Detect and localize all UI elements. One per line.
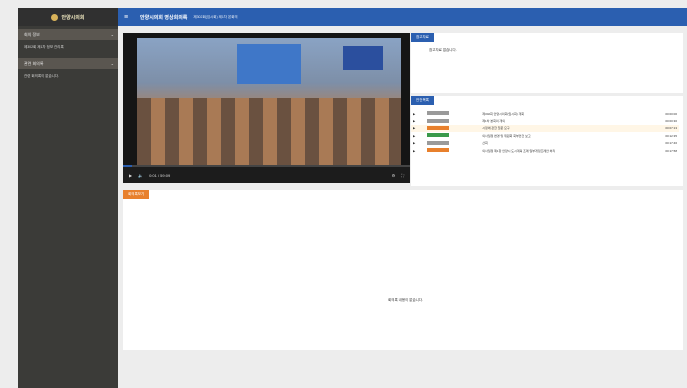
minutes-panel: 회의록보기 회의록 내용이 없습니다. bbox=[123, 190, 683, 350]
sidebar-section-label: 관련 회의록 bbox=[24, 60, 44, 66]
agenda-time: 00:00:00 bbox=[665, 111, 677, 116]
sidebar-item: 관련 회의록이 없습니다. bbox=[24, 74, 60, 78]
agenda-label: 제302회 안양시의회(임시회) 개회 bbox=[482, 111, 525, 116]
status-badge bbox=[426, 118, 449, 123]
video-player[interactable]: ▶ 🔈 0:01 / 59:09 ⚙ ⛶ bbox=[123, 33, 410, 183]
table-row[interactable]: ▶ 제302회 안양시의회(임시회) 개회 00:00:00 bbox=[411, 110, 679, 117]
minutes-message: 회의록 내용이 없습니다. bbox=[388, 298, 424, 302]
table-row[interactable]: ▶ 제1차 본회의 개의 00:00:30 bbox=[411, 117, 679, 124]
video-controls: ▶ 🔈 0:01 / 59:09 ⚙ ⛶ bbox=[123, 167, 410, 183]
status-badge bbox=[426, 111, 449, 116]
video-desks-shape bbox=[137, 98, 401, 166]
brand[interactable]: 안양시의회 bbox=[18, 8, 118, 26]
video-time: 0:01 / 59:09 bbox=[149, 172, 171, 178]
badge-cell bbox=[425, 117, 481, 124]
chevron-down-icon: ⌄ bbox=[110, 32, 114, 37]
sidebar-section-info[interactable]: 회의 정보 ⌄ bbox=[18, 29, 118, 40]
table-row[interactable]: ▶ 시정에 관한 질문 요구 00:07:13 bbox=[411, 124, 679, 133]
agenda-panel: 안건목록 ▶ 제302회 안양시의회(임시회) 개회 00:00:00 ▶ 제1차 본회… bbox=[411, 96, 683, 186]
sidebar-section-label: 회의 정보 bbox=[24, 31, 40, 37]
badge-cell bbox=[425, 110, 481, 117]
logo-icon bbox=[51, 13, 59, 21]
play-icon[interactable]: ▶ bbox=[411, 140, 425, 147]
materials-message: 참고자료 없습니다. bbox=[429, 48, 457, 52]
fullscreen-icon[interactable]: ⛶ bbox=[401, 173, 404, 178]
menu-icon[interactable]: ≡ bbox=[124, 14, 134, 21]
play-icon[interactable]: ▶ bbox=[129, 173, 132, 178]
agenda-time: 00:12:35 bbox=[665, 133, 677, 138]
agenda-label: 산회 bbox=[482, 141, 488, 146]
materials-panel: 참고자료 참고자료 없습니다. bbox=[411, 33, 683, 93]
video-screen-shape bbox=[237, 44, 301, 84]
agenda-tab[interactable]: 안건목록 bbox=[411, 96, 434, 105]
agenda-label: 의사일정 변경 및 위원회 회부안건 보고 bbox=[482, 133, 531, 138]
sidebar: 안양시의회 회의 정보 ⌄ 제302회 제1차 정보 관리록 관련 회의록 ⌄ … bbox=[18, 8, 118, 388]
play-icon[interactable]: ▶ bbox=[411, 147, 425, 154]
badge-cell bbox=[425, 147, 481, 154]
agenda-label: 의사일정 제1항 안양시 도시계획 조례 일부개정조례안 처리 bbox=[482, 148, 556, 153]
page-title: 안양시의회 영상회의록 bbox=[140, 14, 188, 21]
chevron-down-icon: ⌄ bbox=[110, 61, 114, 66]
video-frame bbox=[137, 38, 401, 166]
badge-cell bbox=[425, 140, 481, 147]
badge-cell bbox=[424, 124, 481, 133]
materials-tab[interactable]: 참고자료 bbox=[411, 33, 434, 42]
table-row[interactable]: ▶ 의사일정 제1항 안양시 도시계획 조례 일부개정조례안 처리 00:17:58 bbox=[411, 147, 679, 154]
agenda-time: 00:17:58 bbox=[665, 148, 677, 153]
agenda-time: 00:07:13 bbox=[645, 124, 679, 133]
agenda-label: 제1차 본회의 개의 bbox=[482, 119, 505, 124]
sidebar-section-related[interactable]: 관련 회의록 ⌄ bbox=[18, 58, 118, 69]
play-icon[interactable]: ▶ bbox=[411, 132, 425, 139]
agenda-label: 시정에 관한 질문 요구 bbox=[480, 124, 646, 133]
agenda-table: ▶ 제302회 안양시의회(임시회) 개회 00:00:00 ▶ 제1차 본회의 개의 0… bbox=[411, 110, 679, 154]
play-icon[interactable]: ▶ bbox=[411, 117, 425, 124]
video-sidescreen-shape bbox=[343, 46, 383, 70]
table-row[interactable]: ▶ 의사일정 변경 및 위원회 회부안건 보고 00:12:35 bbox=[411, 132, 679, 139]
table-row[interactable]: ▶ 산회 00:17:46 bbox=[411, 140, 679, 147]
status-badge bbox=[426, 148, 449, 153]
brand-name: 안양시의회 bbox=[61, 14, 85, 21]
page-subtitle: 제302회(임시회) 제1차 본회의 bbox=[193, 14, 238, 19]
sidebar-item[interactable]: 제302회 제1차 정보 관리록 bbox=[18, 40, 118, 55]
settings-icon[interactable]: ⚙ bbox=[392, 173, 396, 178]
volume-icon[interactable]: 🔈 bbox=[138, 173, 143, 178]
status-badge bbox=[426, 125, 449, 130]
minutes-tab[interactable]: 회의록보기 bbox=[123, 190, 150, 199]
agenda-time: 00:00:30 bbox=[665, 119, 677, 124]
badge-cell bbox=[425, 132, 481, 139]
top-bar: ≡ 안양시의회 영상회의록 제302회(임시회) 제1차 본회의 bbox=[118, 8, 687, 26]
play-icon[interactable]: ▶ bbox=[411, 124, 425, 133]
status-badge bbox=[426, 133, 449, 138]
agenda-time: 00:17:46 bbox=[665, 141, 677, 146]
status-badge bbox=[426, 140, 449, 145]
play-icon[interactable]: ▶ bbox=[411, 110, 425, 117]
